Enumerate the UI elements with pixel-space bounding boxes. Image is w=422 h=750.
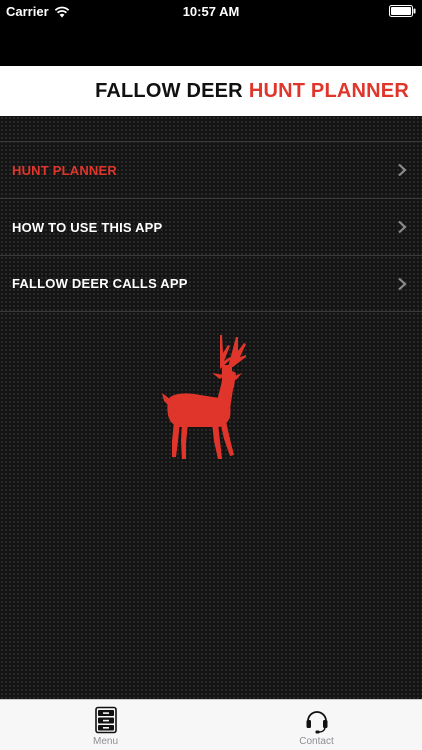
tab-label-contact: Contact — [299, 736, 334, 747]
file-cabinet-icon — [94, 706, 117, 734]
title-banner: FALLOW DEER HUNT PLANNER — [0, 66, 422, 116]
status-time: 10:57 AM — [182, 4, 240, 19]
headset-icon — [306, 711, 327, 734]
menu-item-hunt-planner[interactable]: HUNT PLANNER — [0, 141, 422, 198]
chevron-right-icon — [398, 220, 407, 234]
battery-indicator — [389, 5, 416, 20]
menu-item-how-to-use[interactable]: HOW TO USE THIS APP — [0, 198, 422, 255]
deer-logo-icon — [162, 335, 246, 459]
chevron-right-icon — [398, 163, 407, 177]
main-content: HUNT PLANNER HOW TO USE THIS APP FALLOW … — [0, 116, 422, 699]
tab-bar: Menu Contact — [0, 699, 422, 750]
title-accent: HUNT PLANNER — [248, 79, 409, 102]
menu-item-label: HUNT PLANNER — [12, 162, 117, 178]
battery-icon — [389, 5, 416, 17]
status-bar: Carrier 10:57 AM — [0, 0, 422, 24]
menu-list: HUNT PLANNER HOW TO USE THIS APP FALLOW … — [0, 141, 422, 312]
tab-label-menu: Menu — [92, 736, 118, 747]
menu-item-calls-app[interactable]: FALLOW DEER CALLS APP — [0, 255, 422, 312]
menu-item-label: FALLOW DEER CALLS APP — [12, 276, 188, 291]
tab-contact[interactable]: Contact — [211, 700, 422, 750]
title-main: FALLOW DEER — [95, 79, 243, 102]
tab-menu[interactable]: Menu — [0, 700, 211, 750]
menu-item-label: HOW TO USE THIS APP — [12, 219, 163, 235]
chevron-right-icon — [398, 277, 407, 290]
